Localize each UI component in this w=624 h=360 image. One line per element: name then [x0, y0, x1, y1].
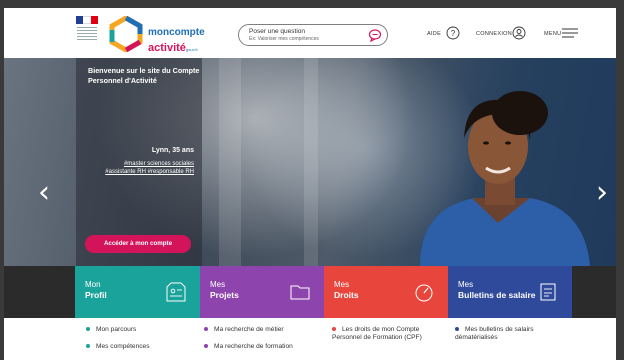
- list-item[interactable]: Mes compétences: [86, 343, 150, 351]
- site-header: moncompte activitégouv.fr Poser une ques…: [4, 8, 616, 58]
- french-flag-icon: [76, 16, 98, 24]
- tile-bulletins[interactable]: Mes Bulletins de salaire: [448, 266, 572, 318]
- quick-links-section: Mon parcours Mes compétences Ma recherch…: [4, 318, 616, 360]
- background-pillar: [304, 58, 318, 266]
- persona-tag[interactable]: #assistante RH #responsable RH: [105, 169, 194, 175]
- background-pillar: [219, 58, 241, 266]
- hamburger-menu-icon[interactable]: [562, 28, 578, 38]
- brand-line1: moncompte: [148, 27, 205, 38]
- tile-droits[interactable]: Mes Droits: [324, 266, 448, 318]
- access-account-button[interactable]: Accéder à mon compte: [85, 235, 191, 253]
- help-icon[interactable]: ?: [446, 26, 460, 40]
- list-item[interactable]: Les droits de mon Compte Personnel de Fo…: [332, 326, 450, 342]
- search-placeholder: Ex: Valoriser mes compétences: [249, 36, 319, 42]
- tile-line1: Mes: [334, 280, 350, 289]
- user-icon[interactable]: [512, 26, 526, 40]
- question-search-input[interactable]: Poser une question Ex: Valoriser mes com…: [238, 24, 388, 46]
- tile-line1: Mes: [210, 280, 226, 289]
- bullet-dot: [86, 344, 90, 349]
- tile-line2: Bulletins de salaire: [458, 290, 536, 300]
- link-mes-competences: Mes compétences: [96, 343, 150, 350]
- link-droits-cpf: Les droits de mon Compte Personnel de Fo…: [332, 326, 422, 342]
- list-item[interactable]: Mes bulletins de salairs dématérialisés: [455, 326, 570, 342]
- gauge-icon: [415, 284, 433, 302]
- persona-name: Lynn, 35 ans: [151, 147, 194, 154]
- link-mon-parcours: Mon parcours: [96, 326, 137, 333]
- chat-bubble-icon[interactable]: [368, 28, 382, 42]
- carousel-next-arrow-icon[interactable]: ›: [596, 178, 608, 208]
- window-frame-right: [616, 0, 624, 360]
- bullet-dot: [455, 327, 459, 332]
- bullet-dot: [204, 344, 208, 349]
- tile-line1: Mon: [85, 280, 101, 289]
- link-recherche-formation: Ma recherche de formation: [214, 343, 293, 350]
- tile-line2: Droits: [334, 290, 359, 300]
- tile-line2: Projets: [210, 290, 239, 300]
- brand-line2: activité: [148, 42, 186, 54]
- aide-link[interactable]: AIDE: [427, 31, 441, 37]
- carousel-prev-arrow-icon[interactable]: ‹: [38, 178, 50, 208]
- persona-tag[interactable]: #master sciences sociales: [124, 161, 194, 167]
- tile-projets[interactable]: Mes Projets: [200, 266, 324, 318]
- search-prompt: Poser une question: [249, 28, 306, 35]
- link-recherche-metier: Ma recherche de métier: [214, 326, 284, 333]
- bullet-dot: [86, 327, 90, 332]
- hero-title: Bienvenue sur le site du Compte Personne…: [88, 66, 200, 86]
- tile-line2: Profil: [85, 290, 107, 300]
- bullet-dot: [204, 327, 208, 332]
- link-bulletins-dematerialises: Mes bulletins de salairs dématérialisés: [455, 326, 534, 342]
- list-item[interactable]: Mon parcours: [86, 326, 136, 334]
- brand-line3: gouv.fr: [185, 47, 198, 52]
- hexagon-logo-icon[interactable]: [108, 16, 144, 52]
- window-frame-top: [0, 0, 624, 8]
- bullet-dot: [332, 327, 336, 332]
- republique-francaise-logo[interactable]: [76, 16, 98, 50]
- connexion-link[interactable]: CONNEXION: [476, 31, 512, 37]
- folder-icon: [290, 285, 310, 300]
- svg-text:?: ?: [451, 29, 456, 38]
- list-item[interactable]: Ma recherche de métier: [204, 326, 284, 334]
- brand-wordmark[interactable]: moncompte activitégouv.fr: [148, 23, 205, 55]
- menu-link[interactable]: MENU: [544, 31, 561, 37]
- list-item[interactable]: Ma recherche de formation: [204, 343, 293, 351]
- tile-profil[interactable]: Mon Profil: [75, 266, 200, 318]
- logo-text-lines: [77, 27, 97, 42]
- tile-line1: Mes: [458, 280, 474, 289]
- payslip-document-icon: [540, 283, 556, 301]
- hero-portrait-image: [420, 91, 590, 266]
- profile-card-icon: [166, 282, 186, 302]
